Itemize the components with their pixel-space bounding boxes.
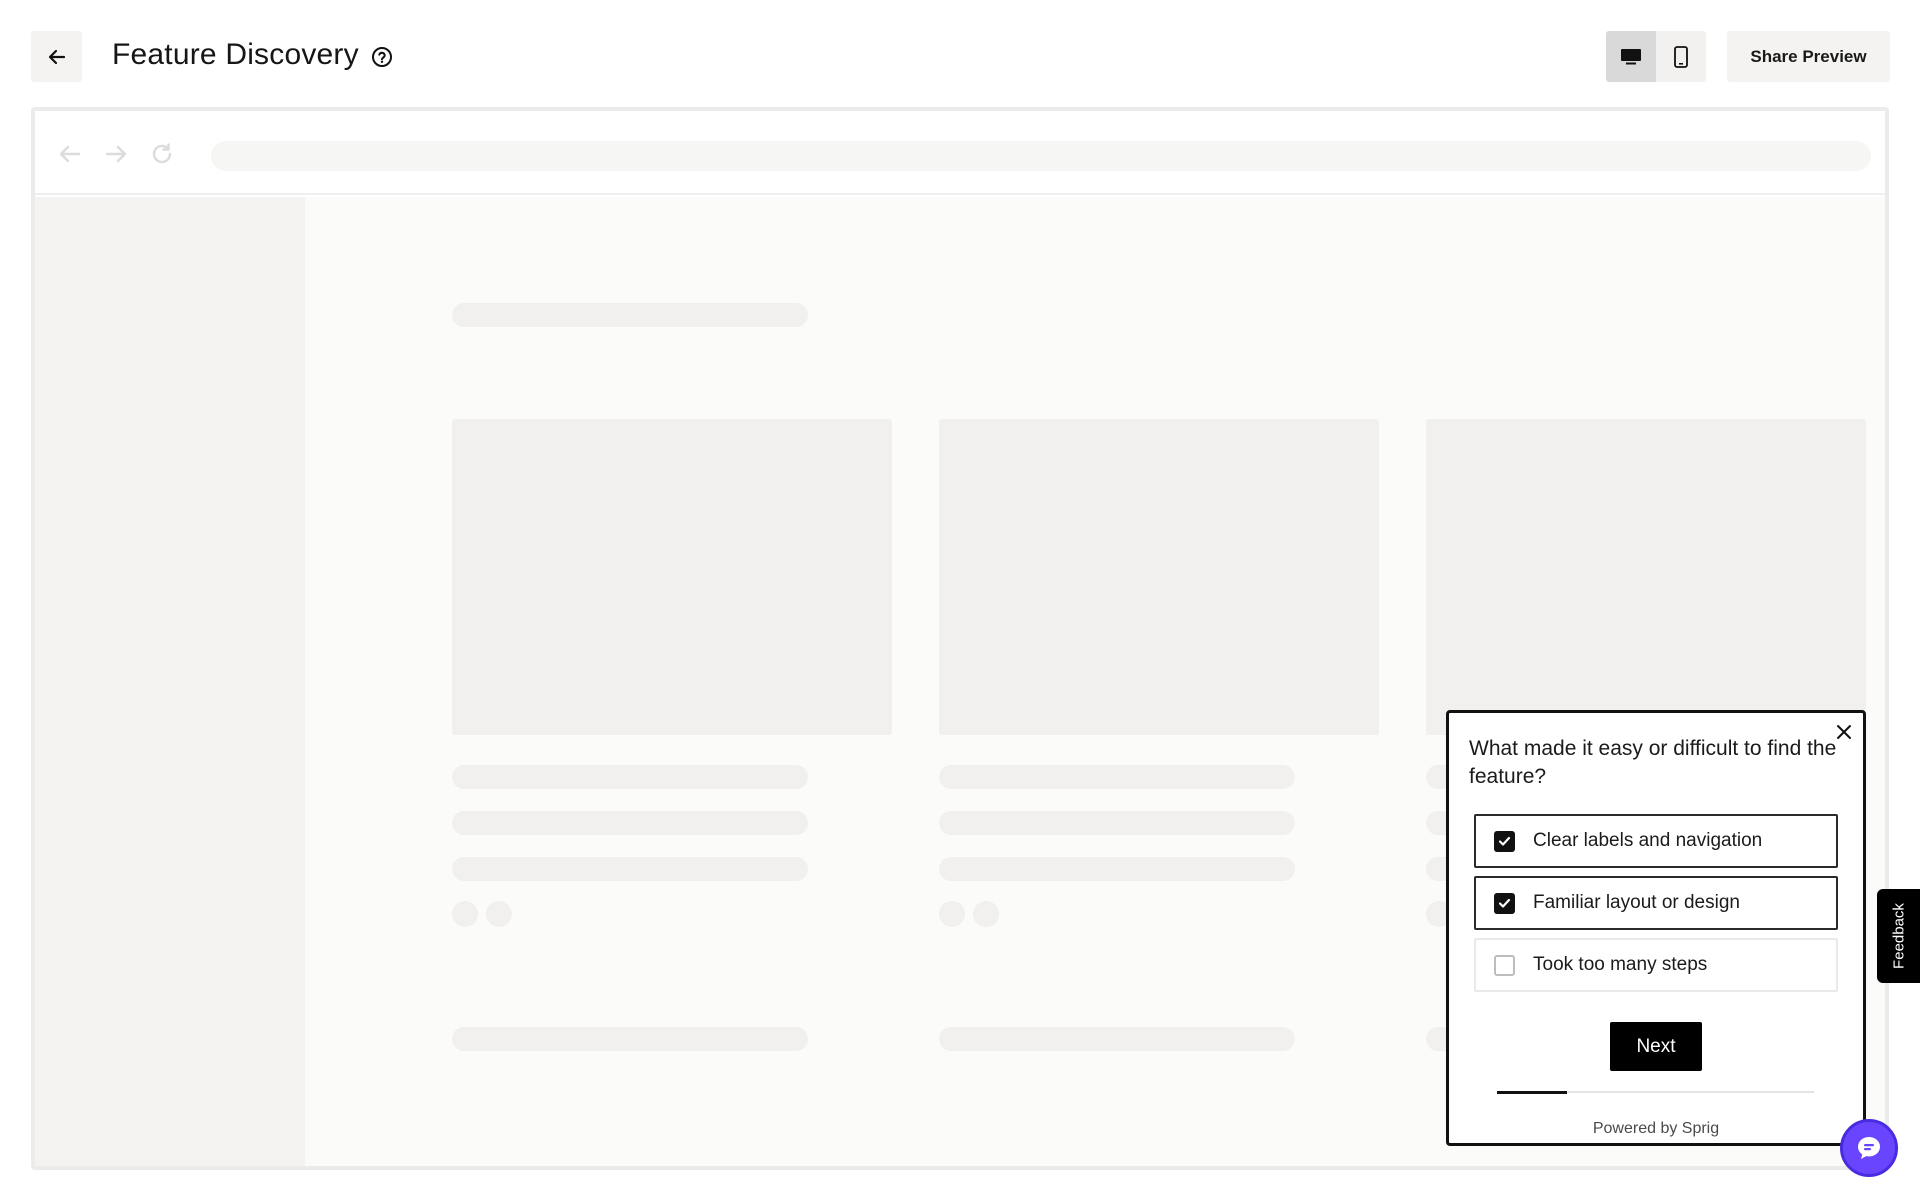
skeleton-dot [486,901,512,927]
powered-by-sprig: Powered by Sprig [1592,1120,1720,1137]
skeleton-dot [939,901,965,927]
desktop-icon [1621,48,1641,64]
skeleton-card [1426,419,1866,735]
page-title: Feature Discovery [112,38,359,71]
survey-progress-bar [1497,1091,1814,1094]
skeleton-heading [452,303,808,327]
mobile-icon [1674,45,1688,68]
next-button[interactable]: Next [1610,1022,1702,1071]
checkbox-checked-icon[interactable] [1494,892,1515,914]
reload-icon [152,143,172,164]
skeleton-line [452,857,808,881]
mobile-view-button[interactable] [1656,31,1706,82]
survey-progress-fill [1497,1091,1567,1094]
skeleton-line [452,811,808,835]
checkbox-unchecked-icon[interactable] [1494,954,1515,976]
feedback-tab-label: Feedback [1890,903,1907,969]
checkbox-checked-icon[interactable] [1494,830,1515,852]
chat-icon [1858,1137,1880,1159]
survey-question: What made it easy or difficult to find t… [1469,737,1837,788]
forward-arrow-icon [105,145,127,163]
skeleton-dot [973,901,999,927]
share-preview-button[interactable]: Share Preview [1727,31,1890,82]
skeleton-line [939,1027,1295,1051]
survey-option-label: Familiar layout or design [1533,892,1740,913]
feedback-tab[interactable]: Feedback [1877,889,1920,983]
skeleton-dot [452,901,478,927]
survey-popup: What made it easy or difficult to find t… [1446,710,1866,1146]
skeleton-card [452,419,892,735]
sidebar-placeholder [35,197,305,1166]
back-button[interactable] [31,31,82,82]
skeleton-line [939,857,1295,881]
skeleton-line [452,1027,808,1051]
survey-option-too-many-steps[interactable]: Took too many steps [1474,938,1838,992]
device-toggle [1606,31,1706,82]
survey-option-clear-labels[interactable]: Clear labels and navigation [1474,814,1838,868]
arrow-left-icon [48,49,65,64]
survey-option-label: Clear labels and navigation [1533,830,1763,851]
skeleton-card [939,419,1379,735]
skeleton-line [452,765,808,789]
browser-toolbar [35,111,1885,195]
skeleton-line [939,765,1295,789]
survey-option-familiar-layout[interactable]: Familiar layout or design [1474,876,1838,930]
skeleton-line [939,811,1295,835]
desktop-view-button[interactable] [1606,31,1656,82]
url-bar-placeholder [211,141,1871,171]
survey-option-label: Took too many steps [1533,954,1708,975]
back-arrow-icon [59,145,81,163]
chat-launcher-button[interactable] [1840,1119,1898,1177]
question-circle-icon[interactable] [371,46,393,68]
